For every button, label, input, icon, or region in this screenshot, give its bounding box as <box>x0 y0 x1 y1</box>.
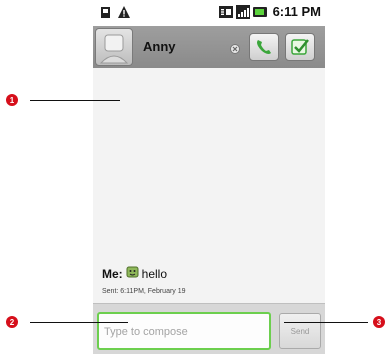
sim-card-icon <box>99 5 113 19</box>
battery-icon <box>252 5 267 19</box>
callout-marker-2: 2 <box>6 316 18 328</box>
callout-marker-1: 1 <box>6 94 18 106</box>
warning-icon <box>117 5 131 19</box>
status-time: 6:11 PM <box>272 4 321 19</box>
status-bar: 6:11 PM <box>93 0 325 26</box>
avatar[interactable] <box>95 28 133 66</box>
call-button[interactable] <box>249 33 279 61</box>
message-sender: Me: <box>102 266 123 281</box>
callout-line-3 <box>284 322 368 323</box>
send-button[interactable]: Send <box>279 313 321 349</box>
check-icon <box>291 39 309 55</box>
smiley-emoticon-icon <box>126 266 139 281</box>
message-text: hello <box>141 266 168 281</box>
message-item[interactable]: Me: hello <box>102 266 167 281</box>
contact-name[interactable]: Anny <box>143 39 176 54</box>
close-circle-icon <box>230 41 240 54</box>
compose-input[interactable]: Type to compose <box>97 312 271 350</box>
contact-placeholder-icon <box>99 34 129 64</box>
signal-icon <box>235 4 250 19</box>
callout-line-2 <box>30 322 128 323</box>
message-thread[interactable]: Me: hello Sent: 6:11PM, February 19 <box>93 68 325 300</box>
conversation-header: Anny <box>93 26 325 68</box>
phone-screen: 6:11 PM Anny Me: hello Sent: 6:11PM, Feb… <box>93 0 325 354</box>
confirm-button[interactable] <box>285 33 315 61</box>
callout-marker-3: 3 <box>373 316 385 328</box>
compose-bar: Type to compose Send <box>93 304 325 354</box>
3g-icon <box>218 5 233 19</box>
message-timestamp: Sent: 6:11PM, February 19 <box>102 288 186 295</box>
callout-line-1 <box>30 100 120 101</box>
call-icon <box>257 40 271 54</box>
